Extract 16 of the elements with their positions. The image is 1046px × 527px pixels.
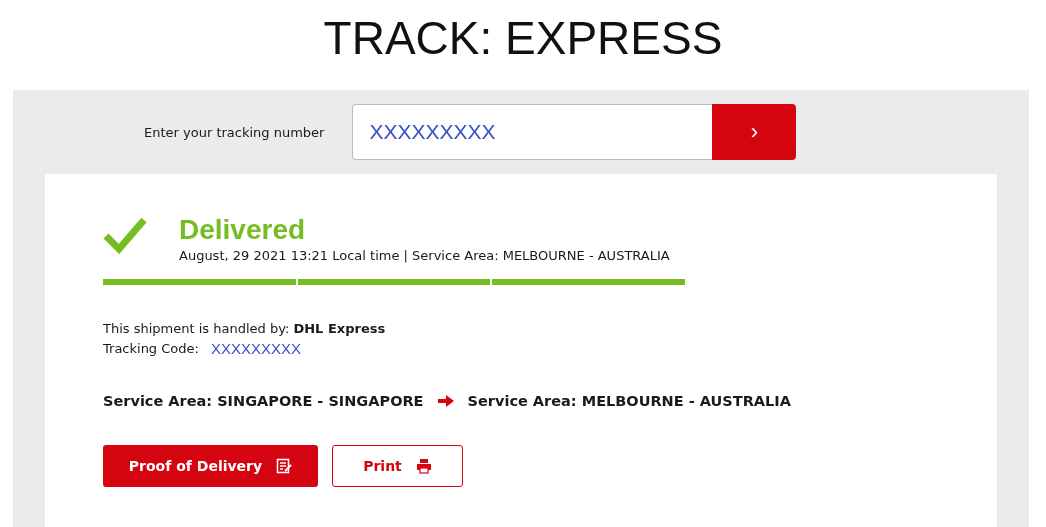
submit-button[interactable]: › bbox=[712, 104, 797, 160]
tracking-number-field[interactable]: XXXXXXXXX bbox=[352, 104, 713, 160]
document-icon bbox=[276, 458, 293, 474]
print-button[interactable]: Print bbox=[332, 445, 463, 487]
destination-area: Service Area: MELBOURNE - AUSTRALIA bbox=[467, 393, 791, 409]
handler-text: This shipment is handled by: DHL Express bbox=[103, 320, 387, 338]
page-title: TRACK: EXPRESS bbox=[322, 11, 724, 66]
tracking-code: XXXXXXXXX bbox=[210, 339, 301, 359]
search-label: Enter your tracking number bbox=[144, 124, 325, 140]
origin-area: Service Area: SINGAPORE - SINGAPORE bbox=[103, 393, 424, 409]
status-detail: August, 29 2021 13:21 Local time | Service Area: MELBOURNE - AUSTRALIA bbox=[179, 248, 670, 263]
proof-of-delivery-button[interactable]: Proof of Delivery bbox=[103, 445, 318, 487]
tracking-code-label: Tracking Code: bbox=[103, 340, 199, 358]
status-heading: Delivered bbox=[179, 214, 307, 246]
arrow-icon bbox=[437, 395, 454, 407]
printer-icon bbox=[415, 458, 432, 474]
